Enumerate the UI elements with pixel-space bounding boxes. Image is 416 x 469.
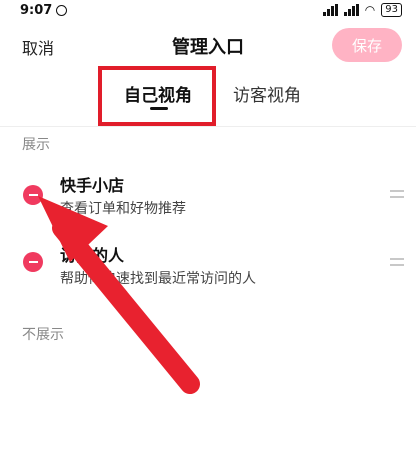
alarm-icon [56, 4, 68, 16]
save-button[interactable]: 保存 [332, 28, 402, 62]
tab-self-view[interactable]: 自己视角 [124, 81, 192, 106]
item-title: 快手小店 [60, 176, 125, 195]
list-item: 访问的人 帮助你快速找到最近常访问的人 [0, 242, 416, 298]
signal-icon-2 [343, 4, 359, 16]
item-title: 访问的人 [60, 246, 125, 265]
section-label-shown: 展示 [22, 137, 50, 153]
battery-icon: 93 [381, 3, 402, 17]
header: 取消 管理入口 保存 [0, 28, 416, 64]
remove-icon[interactable] [23, 252, 43, 272]
status-right: ◠ 93 [322, 3, 402, 17]
tab-visitor-view[interactable]: 访客视角 [233, 81, 301, 106]
signal-icon [322, 4, 338, 16]
wifi-icon: ◠ [364, 3, 376, 17]
item-desc: 帮助你快速找到最近常访问的人 [60, 271, 256, 287]
status-left: 9:07 [20, 2, 68, 18]
item-desc: 查看订单和好物推荐 [60, 201, 186, 217]
drag-handle-icon[interactable] [390, 190, 404, 198]
status-bar: 9:07 ◠ 93 [0, 0, 416, 20]
divider [0, 126, 416, 127]
drag-handle-icon[interactable] [390, 258, 404, 266]
active-tab-indicator [150, 107, 168, 110]
status-time: 9:07 [20, 2, 53, 18]
list-item: 快手小店 查看订单和好物推荐 [0, 172, 416, 228]
section-label-hidden: 不展示 [22, 327, 64, 343]
remove-icon[interactable] [23, 185, 43, 205]
view-tabs: 自己视角 访客视角 [0, 66, 416, 128]
